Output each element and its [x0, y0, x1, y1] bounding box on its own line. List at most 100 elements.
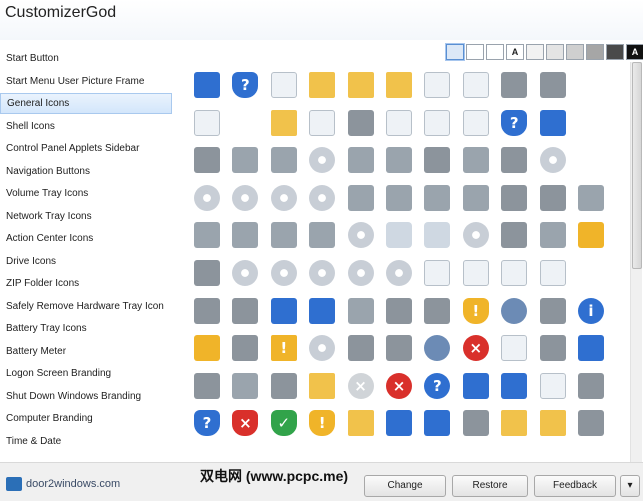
- key-icon[interactable]: [190, 331, 224, 365]
- background-swatch[interactable]: [466, 44, 484, 60]
- users-icon[interactable]: [497, 294, 531, 328]
- info-icon[interactable]: i: [574, 294, 608, 328]
- film-doc-icon[interactable]: [459, 106, 493, 140]
- shield-help-icon[interactable]: ?: [190, 406, 224, 440]
- sidebar-item-network-tray-icons[interactable]: Network Tray Icons: [0, 206, 172, 227]
- icon-grid-scrollbar[interactable]: [630, 62, 642, 462]
- dvd-icon[interactable]: [536, 143, 570, 177]
- network-computer-icon[interactable]: [536, 106, 570, 140]
- floppy-check-icon[interactable]: [574, 181, 608, 215]
- text-doc-icon[interactable]: [305, 106, 339, 140]
- easel-icon[interactable]: [574, 369, 608, 403]
- network-drive-icon[interactable]: [459, 181, 493, 215]
- drive-removable-icon[interactable]: [267, 143, 301, 177]
- background-swatch[interactable]: [526, 44, 544, 60]
- blank-doc-icon[interactable]: [267, 68, 301, 102]
- red-circle-x-icon[interactable]: ×: [382, 369, 416, 403]
- cd-purple-icon[interactable]: [344, 218, 378, 252]
- folder-open-icon[interactable]: [536, 406, 570, 440]
- sidebar-item-general-icons[interactable]: General Icons: [0, 93, 172, 114]
- folder-narrow-icon[interactable]: [382, 68, 416, 102]
- cd-music-icon[interactable]: [305, 143, 339, 177]
- brand-link[interactable]: door2windows.com: [6, 477, 120, 491]
- help-doc-icon[interactable]: [420, 256, 454, 290]
- dvd-rom-icon[interactable]: [267, 181, 301, 215]
- usb-plug-icon[interactable]: [228, 369, 262, 403]
- font-a-icon[interactable]: [420, 294, 454, 328]
- usb-icon[interactable]: [536, 218, 570, 252]
- sidebar-item-volume-tray-icons[interactable]: Volume Tray Icons: [0, 183, 172, 204]
- text-page-icon[interactable]: [536, 369, 570, 403]
- display-icon[interactable]: [459, 369, 493, 403]
- network-share-icon[interactable]: [305, 294, 339, 328]
- disk-gray-icon[interactable]: [267, 369, 301, 403]
- landscape-icon[interactable]: [190, 294, 224, 328]
- shortcut-doc-icon[interactable]: [459, 68, 493, 102]
- game-doc-icon[interactable]: [497, 256, 531, 290]
- picture-frame-icon[interactable]: [228, 331, 262, 365]
- monitor-blue-icon[interactable]: [497, 369, 531, 403]
- folder-search-icon[interactable]: [267, 106, 301, 140]
- background-swatch[interactable]: A: [626, 44, 643, 60]
- background-swatch[interactable]: [486, 44, 504, 60]
- folder-doc-icon[interactable]: [497, 406, 531, 440]
- sidebar-item-shut-down-windows-branding[interactable]: Shut Down Windows Branding: [0, 386, 172, 407]
- zip-drive-icon[interactable]: [420, 181, 454, 215]
- dvd-rw-icon[interactable]: [305, 181, 339, 215]
- media-doc-icon[interactable]: [420, 106, 454, 140]
- pda-icon[interactable]: [190, 369, 224, 403]
- cd-rom-icon[interactable]: [305, 256, 339, 290]
- drive-bay-icon[interactable]: [382, 181, 416, 215]
- recycle-full-icon[interactable]: [420, 218, 454, 252]
- globe-shield-icon[interactable]: ?: [497, 106, 531, 140]
- narrow-shape-icon[interactable]: [497, 68, 531, 102]
- settings-doc-icon[interactable]: [459, 256, 493, 290]
- dvd-r-icon[interactable]: [190, 181, 224, 215]
- shield-red-icon[interactable]: ×: [228, 406, 262, 440]
- scanner-icon[interactable]: [536, 331, 570, 365]
- cd-audio-icon[interactable]: [305, 331, 339, 365]
- background-swatch[interactable]: A: [506, 44, 524, 60]
- search-doc-icon[interactable]: [420, 68, 454, 102]
- monitor-icon[interactable]: [190, 68, 224, 102]
- background-swatch[interactable]: [586, 44, 604, 60]
- folder-blue-icon[interactable]: [305, 369, 339, 403]
- shield-flag-icon[interactable]: ?: [228, 68, 262, 102]
- drive-icon[interactable]: [382, 143, 416, 177]
- camera-gray-icon[interactable]: [497, 218, 531, 252]
- shield-warn-icon[interactable]: !: [459, 294, 493, 328]
- drive-check-icon[interactable]: [190, 218, 224, 252]
- shield-yellow-icon[interactable]: !: [305, 406, 339, 440]
- sidebar-item-start-button[interactable]: Start Button: [0, 48, 172, 69]
- camera-icon[interactable]: [497, 181, 531, 215]
- feedback-button[interactable]: Feedback: [534, 475, 616, 497]
- cd-icon[interactable]: [228, 256, 262, 290]
- screen-shot-icon[interactable]: [574, 331, 608, 365]
- restore-button[interactable]: Restore: [452, 475, 528, 497]
- sidebar-item-battery-tray-icons[interactable]: Battery Tray Icons: [0, 318, 172, 339]
- window-doc-icon[interactable]: [190, 106, 224, 140]
- picture-doc-icon[interactable]: [536, 256, 570, 290]
- cd-rw-icon[interactable]: [344, 256, 378, 290]
- sidebar-item-control-panel-applets-sidebar[interactable]: Control Panel Applets Sidebar: [0, 138, 172, 159]
- sidebar-item-navigation-buttons[interactable]: Navigation Buttons: [0, 161, 172, 182]
- change-button[interactable]: Change: [364, 475, 446, 497]
- gray-x-icon[interactable]: ×: [344, 369, 378, 403]
- checklist-icon[interactable]: [574, 406, 608, 440]
- sidebar-item-safely-remove-hardware-tray-icon[interactable]: Safely Remove Hardware Tray Icon: [0, 296, 172, 317]
- network-user-icon[interactable]: [267, 294, 301, 328]
- dvd-disc-icon[interactable]: [459, 218, 493, 252]
- folder-yellow-icon[interactable]: [305, 68, 339, 102]
- sidebar-item-drive-icons[interactable]: Drive Icons: [0, 251, 172, 272]
- sidebar-item-shell-icons[interactable]: Shell Icons: [0, 116, 172, 137]
- memory-card-icon[interactable]: [190, 256, 224, 290]
- background-swatch[interactable]: [606, 44, 624, 60]
- folder-yellow-icon[interactable]: [344, 68, 378, 102]
- floppy-blue-icon[interactable]: [344, 181, 378, 215]
- sidebar-item-zip-folder-icons[interactable]: ZIP Folder Icons: [0, 273, 172, 294]
- help-circle-icon[interactable]: ?: [420, 369, 454, 403]
- shield-green-icon[interactable]: ✓: [267, 406, 301, 440]
- chip-icon[interactable]: [420, 143, 454, 177]
- menu-dropdown-button[interactable]: ▾: [620, 475, 640, 497]
- task-doc-icon[interactable]: [497, 331, 531, 365]
